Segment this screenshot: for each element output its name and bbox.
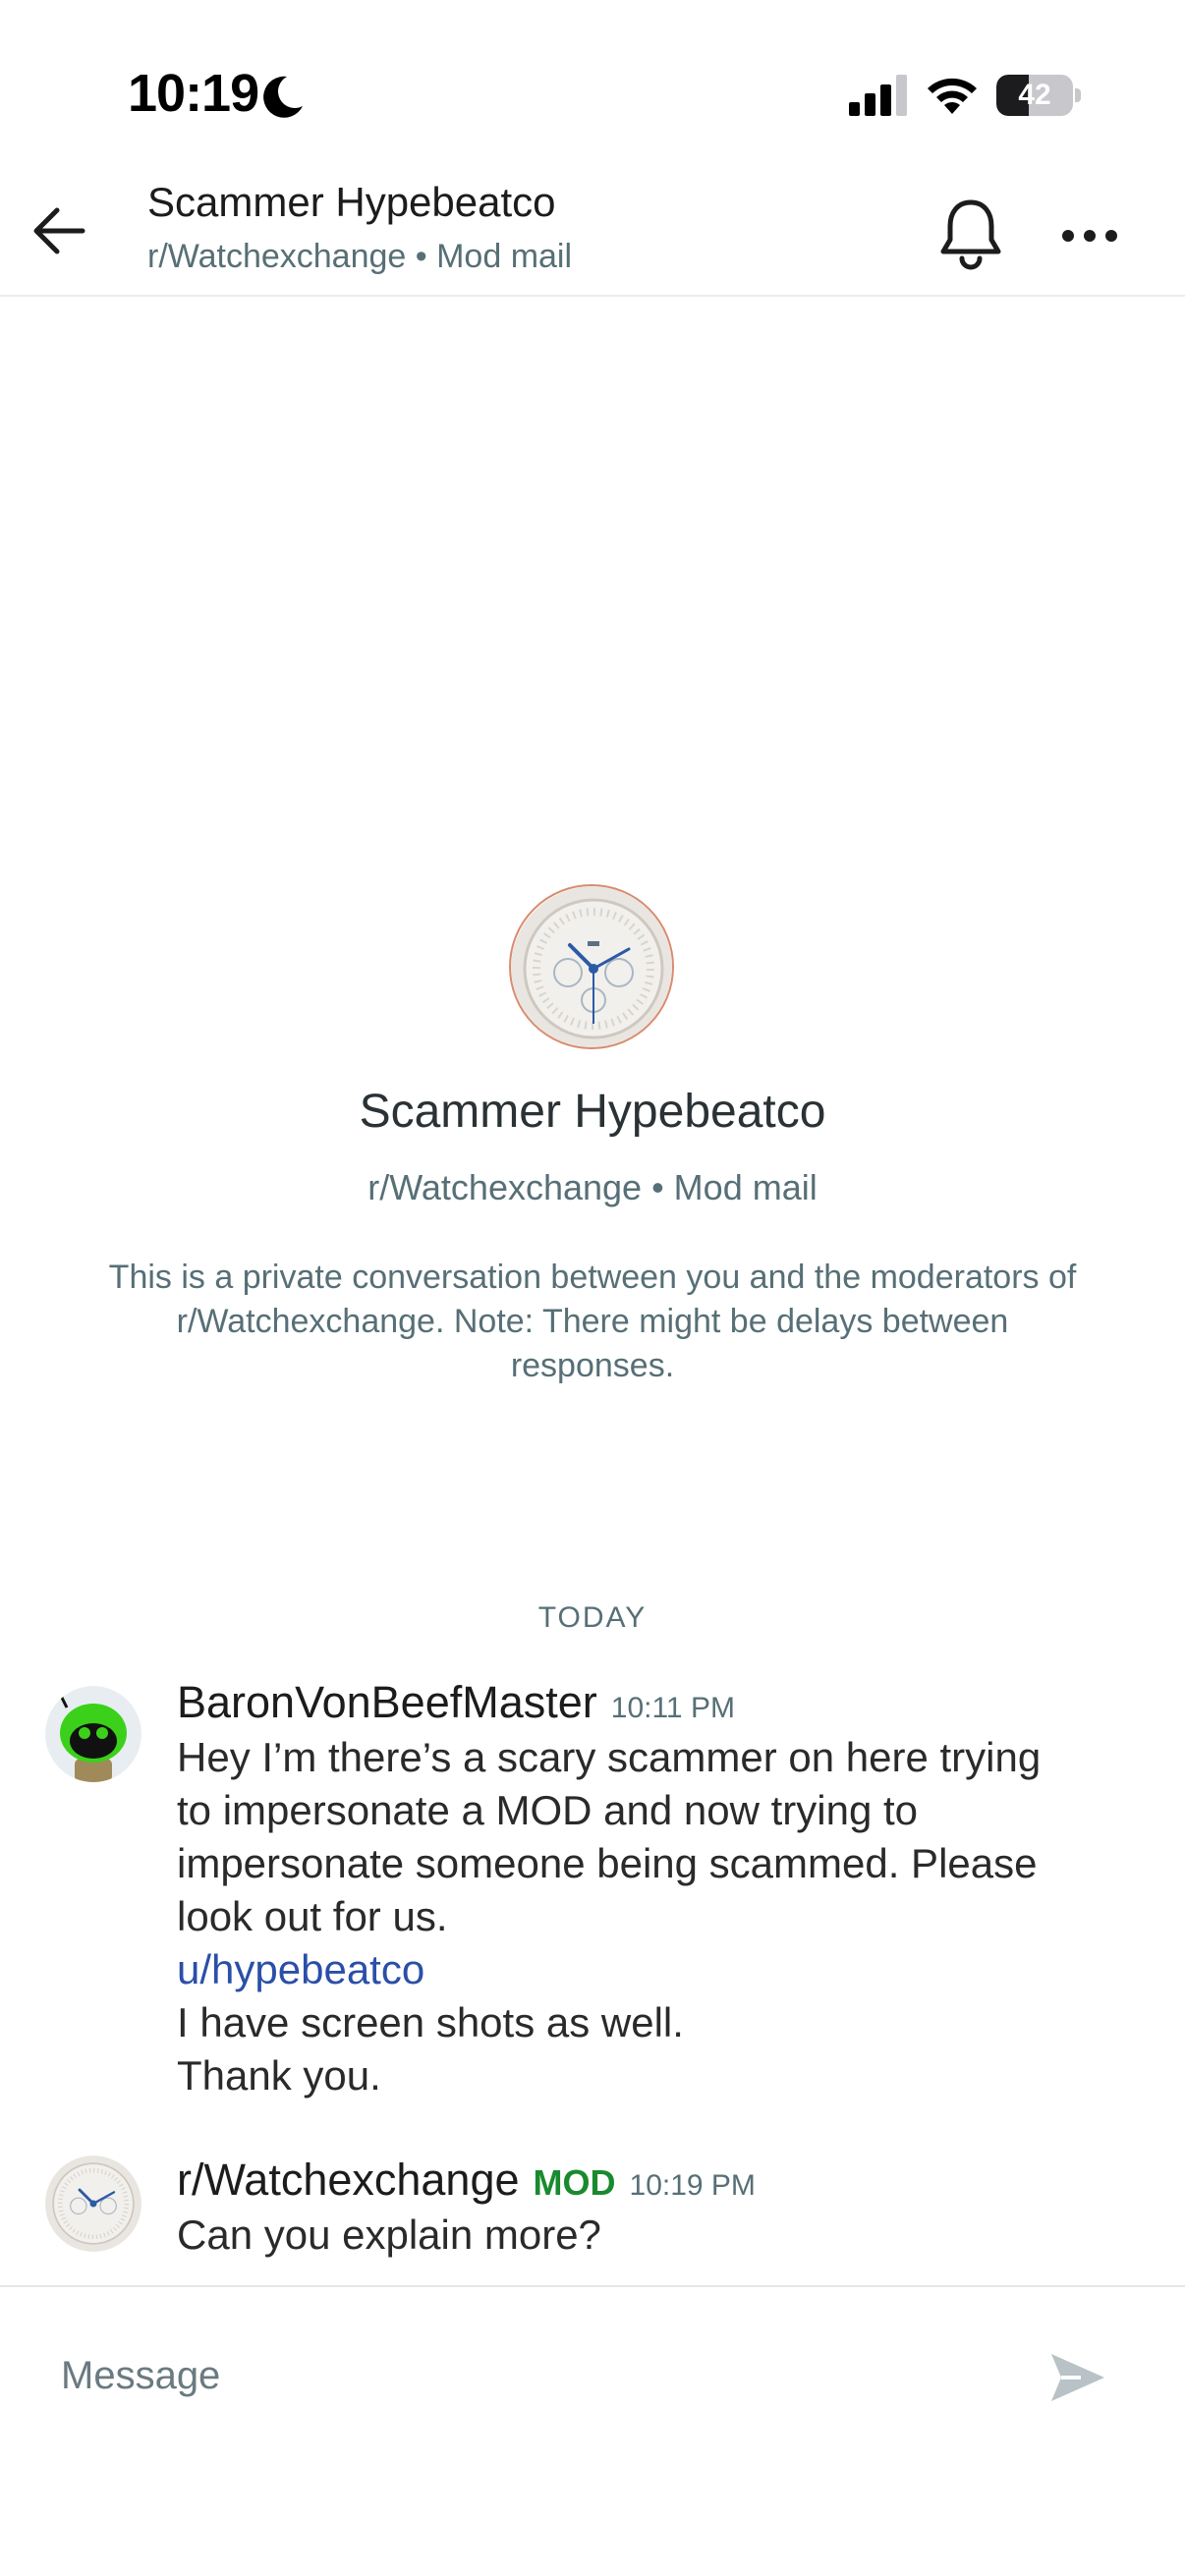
user-link[interactable]: u/hypebeatco — [177, 1943, 1150, 1996]
message-text-line: to impersonate a MOD and now trying to — [177, 1787, 919, 1833]
battery-icon: 42 — [996, 75, 1081, 116]
header-subtitle[interactable]: r/Watchexchange • Mod mail — [147, 238, 572, 276]
user-avatar[interactable] — [45, 1686, 141, 1782]
message-text-line: I have screen shots as well. — [177, 1999, 684, 2045]
mod-badge: MOD — [533, 2162, 616, 2203]
send-icon[interactable] — [1047, 2348, 1108, 2407]
message-time: 10:19 PM — [629, 2169, 756, 2202]
message-composer: Message — [0, 2285, 1185, 2576]
message-author[interactable]: BaronVonBeefMaster — [177, 1677, 597, 1727]
watch-dial-icon — [511, 886, 672, 1047]
status-bar: 10:19 42 — [0, 0, 1185, 177]
battery-cap — [1075, 88, 1081, 102]
intro-note: This is a private conversation between y… — [108, 1259, 1077, 1384]
more-icon[interactable] — [1055, 206, 1124, 265]
message-text-line: Thank you. — [177, 2052, 381, 2099]
message-text-line: Can you explain more? — [177, 2212, 601, 2258]
message-header: BaronVonBeefMaster 10:11 PM — [177, 1674, 1150, 1731]
message-body: BaronVonBeefMaster 10:11 PM Hey I’m there… — [177, 1674, 1150, 2102]
subreddit-avatar — [509, 884, 674, 1049]
message-text-line: impersonate someone being scammed. Pleas… — [177, 1840, 1038, 1886]
snoo-avatar-icon — [45, 1686, 141, 1782]
subreddit-avatar-small[interactable] — [45, 2156, 141, 2252]
battery-level: 42 — [1018, 79, 1051, 111]
message-input[interactable]: Message — [61, 2336, 945, 2415]
back-arrow-icon[interactable] — [26, 196, 94, 265]
intro-subtitle: r/Watchexchange • Mod mail — [367, 1167, 818, 1207]
battery-body: 42 — [996, 75, 1073, 116]
watch-dial-icon — [45, 2156, 141, 2252]
message-header: r/Watchexchange MOD 10:19 PM — [177, 2152, 1150, 2209]
message-body: r/Watchexchange MOD 10:19 PM Can you expla… — [177, 2152, 1150, 2262]
wifi-icon — [928, 78, 977, 114]
bell-icon[interactable] — [935, 196, 1006, 271]
day-separator: TODAY — [537, 1601, 648, 1634]
moon-icon — [263, 76, 303, 118]
conversation-header: Scammer Hypebeatco r/Watchexchange • Mod… — [0, 177, 1185, 297]
header-title: Scammer Hypebeatco — [147, 179, 556, 225]
signal-icon — [849, 75, 907, 116]
intro-name: Scammer Hypebeatco — [359, 1086, 826, 1138]
modmail-screen: 10:19 42 Scammer Hypebeatco r/Watchexcha… — [0, 0, 1185, 2576]
status-time: 10:19 — [128, 64, 259, 123]
message-text-line: look out for us. — [177, 1893, 448, 1939]
message-text-line: Hey I’m there’s a scary scammer on here … — [177, 1734, 1042, 1780]
message-time: 10:11 PM — [610, 1692, 735, 1724]
message-author[interactable]: r/Watchexchange — [177, 2155, 520, 2205]
